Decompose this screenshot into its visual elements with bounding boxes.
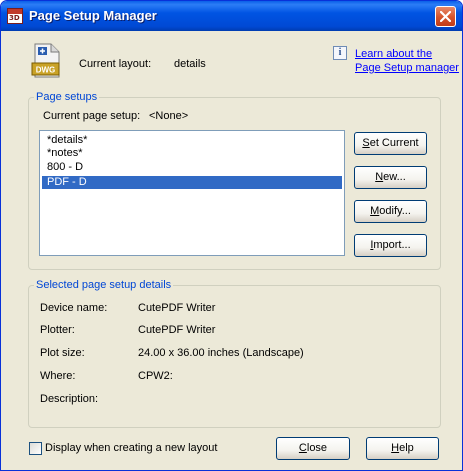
list-item[interactable]: *notes*	[42, 147, 342, 160]
plotter-label: Plotter:	[40, 324, 75, 336]
new-button[interactable]: New...	[354, 166, 427, 189]
close-accesskey: C	[298, 442, 307, 454]
list-item[interactable]: *details*	[42, 134, 342, 147]
set-current-button[interactable]: Set Current	[354, 132, 427, 155]
description-label: Description:	[40, 393, 99, 405]
display-new-layout-label[interactable]: Display when creating a new layout	[45, 442, 217, 454]
display-new-layout-checkbox[interactable]	[29, 442, 42, 455]
plotter-value: CutePDF Writer	[138, 324, 216, 336]
import-button[interactable]: Import...	[354, 234, 427, 257]
app-icon: 3D	[7, 8, 23, 24]
current-page-setup-label: Current page setup:	[43, 110, 141, 122]
app-icon-text: 3D	[9, 14, 20, 22]
help-accesskey: H	[391, 442, 400, 454]
current-layout-label: Current layout:	[79, 58, 152, 70]
new-accesskey: N	[375, 171, 384, 183]
learn-about-link-line1[interactable]: Learn about the	[355, 48, 432, 60]
list-item-selected[interactable]: PDF - D	[42, 176, 342, 189]
set-current-label: et Current	[369, 137, 419, 149]
device-name-label: Device name:	[40, 302, 108, 314]
device-name-value: CutePDF Writer	[138, 302, 216, 314]
where-label: Where:	[40, 370, 76, 382]
info-icon: i	[333, 46, 347, 60]
modify-button[interactable]: Modify...	[354, 200, 427, 223]
title-bar[interactable]: 3D Page Setup Manager	[1, 1, 462, 31]
close-label: lose	[306, 442, 328, 454]
window-title: Page Setup Manager	[29, 8, 157, 23]
details-group-title: Selected page setup details	[34, 279, 174, 291]
import-label: mport...	[373, 239, 411, 251]
modify-label: odify...	[379, 205, 411, 217]
dwg-icon-label: DWG	[36, 66, 56, 75]
close-button[interactable]: Close	[276, 437, 350, 460]
help-button[interactable]: Help	[366, 437, 439, 460]
current-layout-value: details	[174, 58, 206, 70]
page-setups-group-title: Page setups	[34, 91, 100, 103]
current-page-setup-value: <None>	[149, 110, 189, 122]
where-value: CPW2:	[138, 370, 173, 382]
dwg-file-icon: DWG	[31, 43, 60, 78]
close-icon	[440, 11, 451, 22]
plot-size-value: 24.00 x 36.00 inches (Landscape)	[138, 347, 304, 359]
plot-size-label: Plot size:	[40, 347, 85, 359]
modify-accesskey: M	[370, 205, 380, 217]
list-item[interactable]: 800 - D	[42, 161, 342, 174]
new-label: ew...	[383, 171, 406, 183]
close-window-button[interactable]	[435, 6, 456, 27]
set-current-accesskey: S	[362, 137, 370, 149]
help-label: elp	[399, 442, 414, 454]
learn-about-link-line2[interactable]: Page Setup manager	[355, 62, 459, 74]
page-setups-list[interactable]: *details* *notes* 800 - D PDF - D	[39, 130, 345, 256]
page-setup-manager-dialog: 3D Page Setup Manager DWG Current layout…	[0, 0, 463, 471]
